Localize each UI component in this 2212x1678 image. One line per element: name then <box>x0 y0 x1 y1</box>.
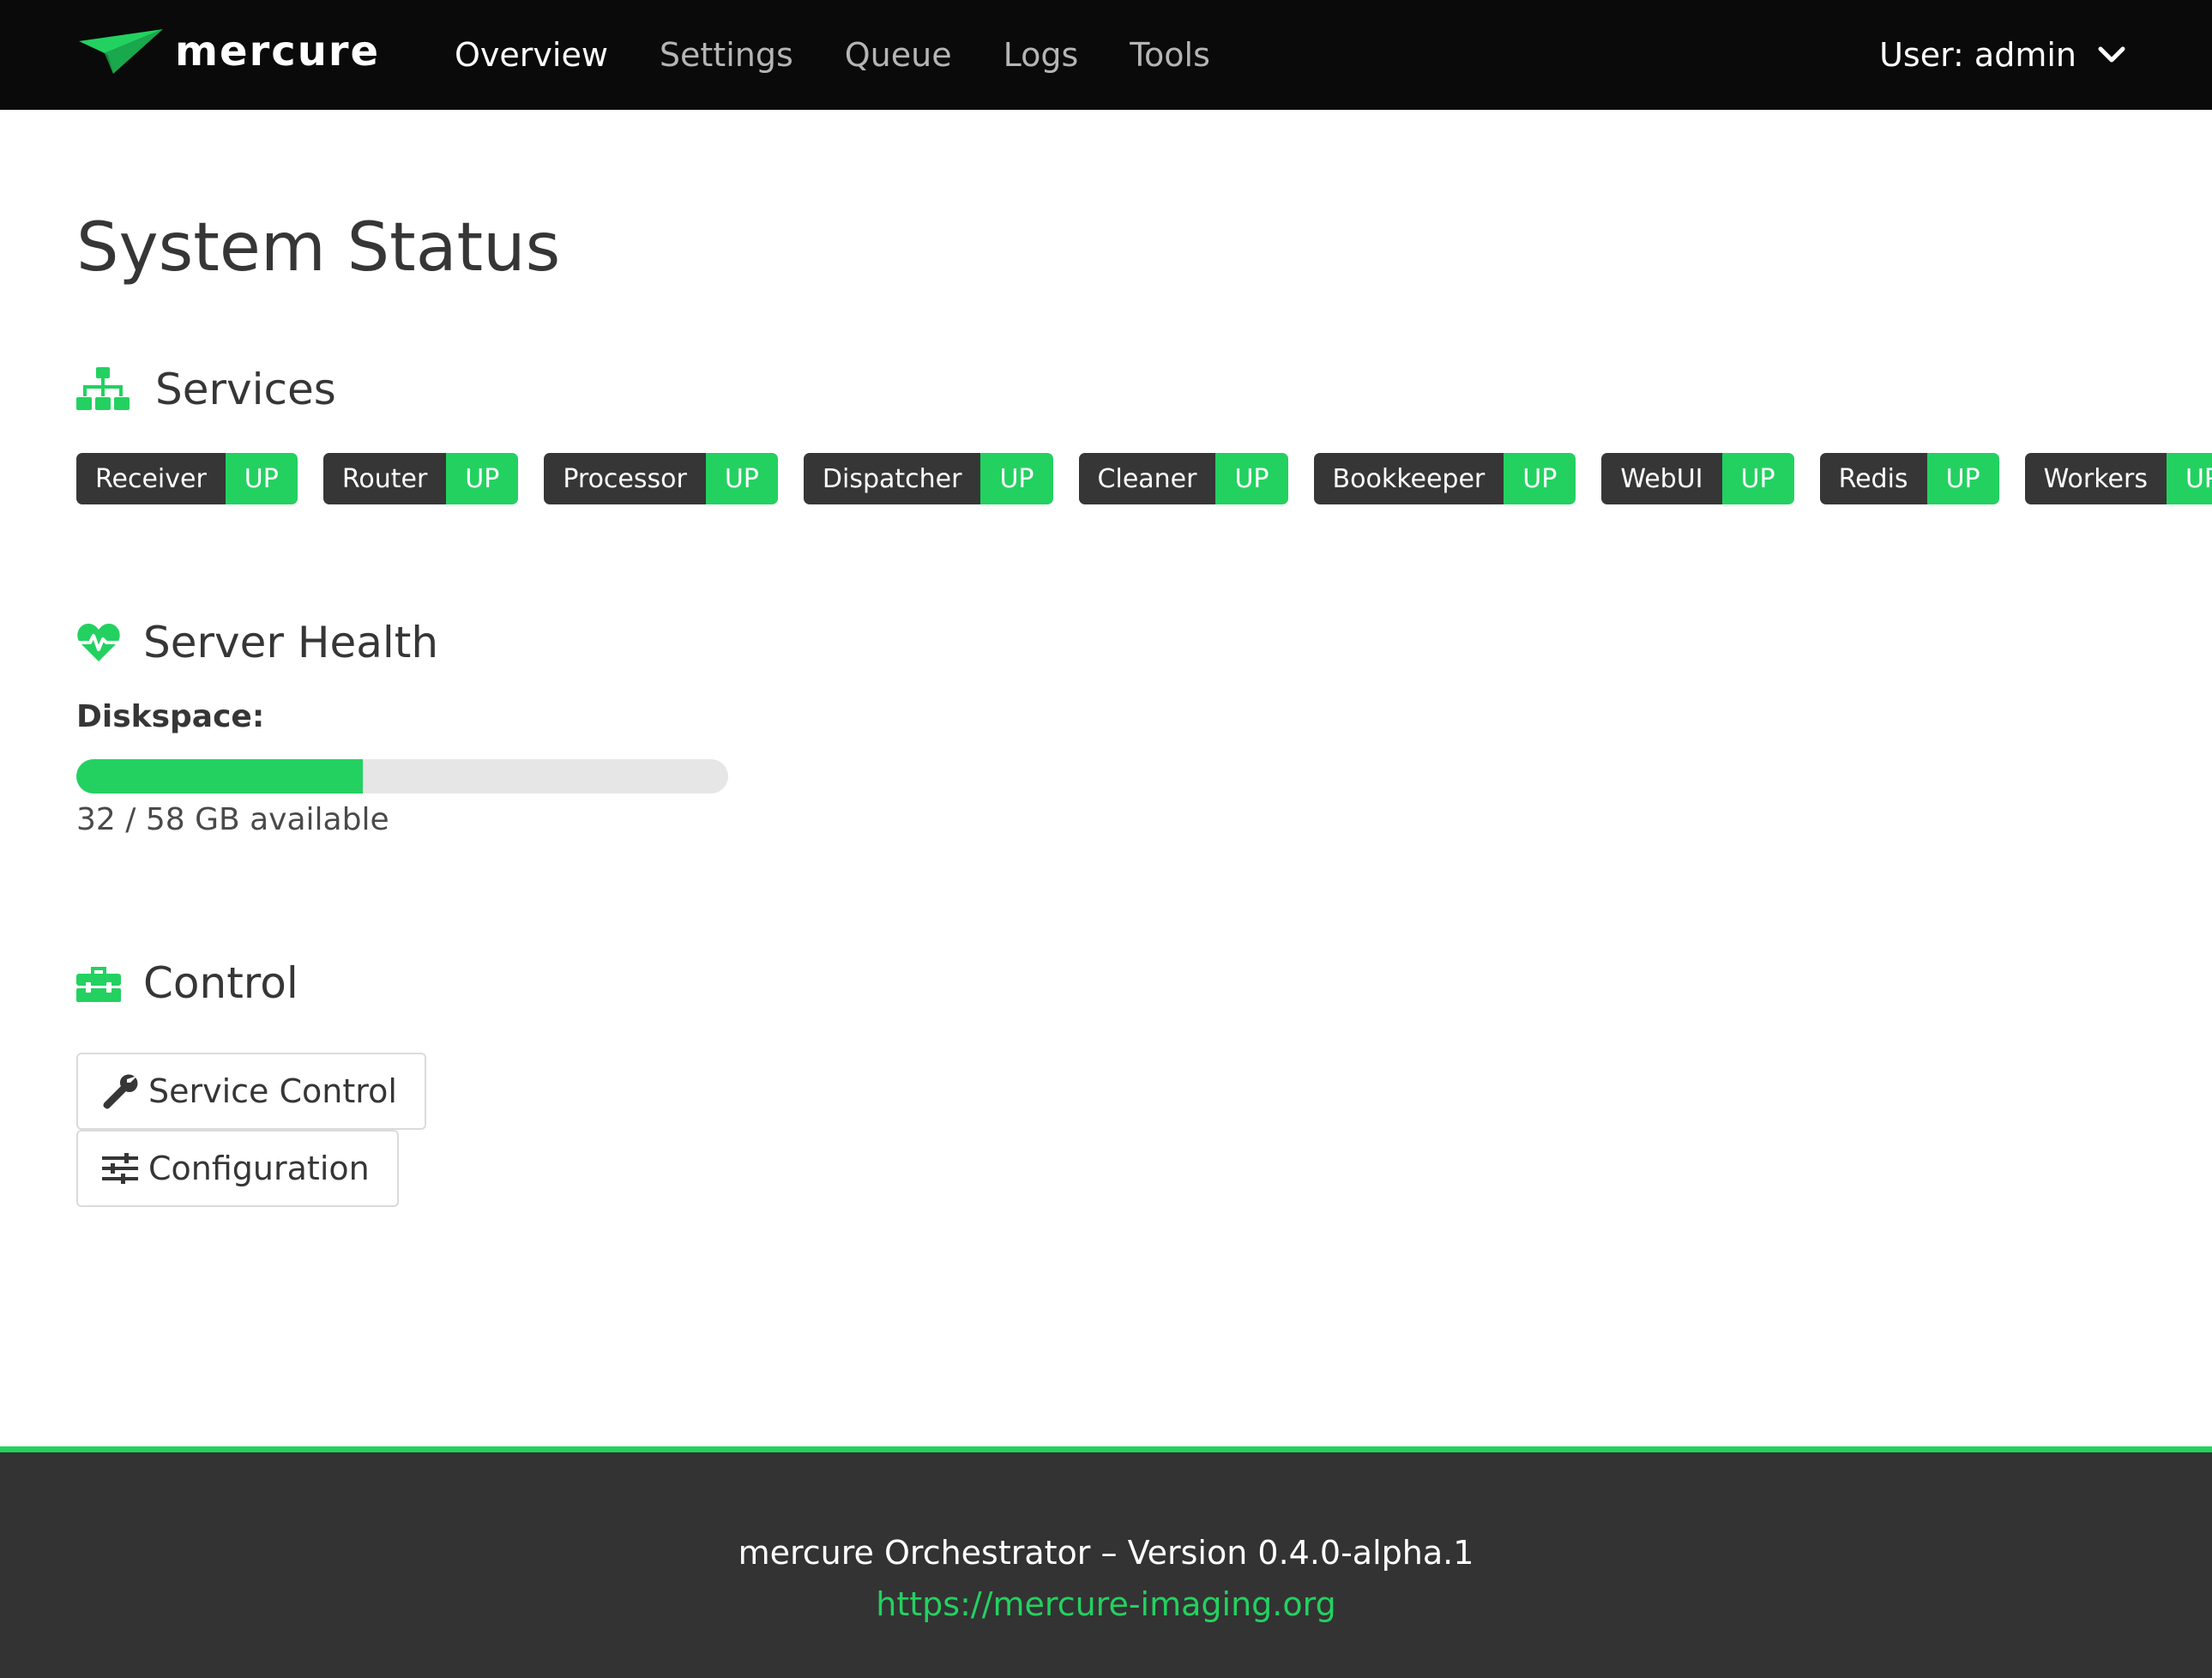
server-health-title: Server Health <box>143 618 439 667</box>
nav-logs[interactable]: Logs <box>1004 39 1079 71</box>
brand-logo[interactable]: mercure <box>79 27 380 75</box>
service-name: Processor <box>544 453 706 504</box>
diskspace-progress-fill <box>76 759 364 794</box>
service-tag-router: Router UP <box>322 453 519 504</box>
footer-version-text: mercure Orchestrator – Version 0.4.0-alp… <box>738 1534 1474 1572</box>
service-status: UP <box>1926 453 1999 504</box>
services-heading: Services <box>76 367 336 412</box>
top-navbar: mercure Overview Settings Queue Logs Too… <box>0 0 2212 110</box>
server-health-heading: Server Health <box>76 621 438 664</box>
service-control-button[interactable]: Service Control <box>76 1053 426 1130</box>
service-status-list: Receiver UP Router UP Processor UP Dispa… <box>76 453 2212 504</box>
service-status: UP <box>1721 453 1794 504</box>
control-heading: Control <box>76 962 298 1005</box>
service-tag-bookkeeper: Bookkeeper UP <box>1313 453 1576 504</box>
user-label: User: admin <box>1879 36 2076 74</box>
service-status: UP <box>446 453 519 504</box>
main-nav: Overview Settings Queue Logs Tools <box>455 0 1262 110</box>
diskspace-label: Diskspace: <box>76 699 265 734</box>
configuration-button[interactable]: Configuration <box>76 1130 399 1207</box>
service-tag-dispatcher: Dispatcher UP <box>803 453 1053 504</box>
service-name: Router <box>322 453 447 504</box>
service-tag-redis: Redis UP <box>1819 453 1999 504</box>
services-title: Services <box>155 365 336 414</box>
page-footer: mercure Orchestrator – Version 0.4.0-alp… <box>0 1446 2212 1678</box>
chevron-down-icon <box>2098 46 2125 63</box>
service-tag-processor: Processor UP <box>544 453 778 504</box>
footer-website-link[interactable]: https://mercure-imaging.org <box>0 1585 2212 1623</box>
service-tag-webui: WebUI UP <box>1601 453 1794 504</box>
configuration-label: Configuration <box>148 1150 370 1187</box>
toolbox-icon <box>76 967 121 1002</box>
service-name: Dispatcher <box>803 453 981 504</box>
service-name: Redis <box>1819 453 1927 504</box>
service-name: Bookkeeper <box>1313 453 1504 504</box>
diskspace-progress-bar <box>76 759 728 794</box>
service-tag-receiver: Receiver UP <box>76 453 298 504</box>
service-name: Cleaner <box>1078 453 1216 504</box>
service-name: Workers <box>2024 453 2167 504</box>
sliders-icon <box>102 1153 138 1184</box>
service-status: UP <box>980 453 1053 504</box>
paper-plane-icon <box>79 29 163 74</box>
diskspace-text: 32 / 58 GB available <box>76 802 389 837</box>
heartbeat-icon <box>76 624 121 661</box>
service-tag-cleaner: Cleaner UP <box>1078 453 1288 504</box>
nav-settings[interactable]: Settings <box>660 39 793 71</box>
service-tag-workers: Workers UP <box>2024 453 2212 504</box>
service-status: UP <box>1215 453 1288 504</box>
service-name: Receiver <box>76 453 226 504</box>
service-control-label: Service Control <box>148 1072 397 1110</box>
page-title: System Status <box>76 209 561 287</box>
service-name: WebUI <box>1601 453 1722 504</box>
sitemap-icon <box>76 367 130 410</box>
user-menu[interactable]: User: admin <box>1879 0 2126 110</box>
service-status: UP <box>1504 453 1576 504</box>
nav-queue[interactable]: Queue <box>845 39 952 71</box>
service-status: UP <box>2166 453 2212 504</box>
nav-overview[interactable]: Overview <box>455 39 608 71</box>
brand-name: mercure <box>175 27 381 75</box>
control-title: Control <box>143 958 298 1008</box>
wrench-icon <box>103 1074 138 1109</box>
service-status: UP <box>705 453 778 504</box>
service-status: UP <box>225 453 298 504</box>
nav-tools[interactable]: Tools <box>1130 39 1210 71</box>
